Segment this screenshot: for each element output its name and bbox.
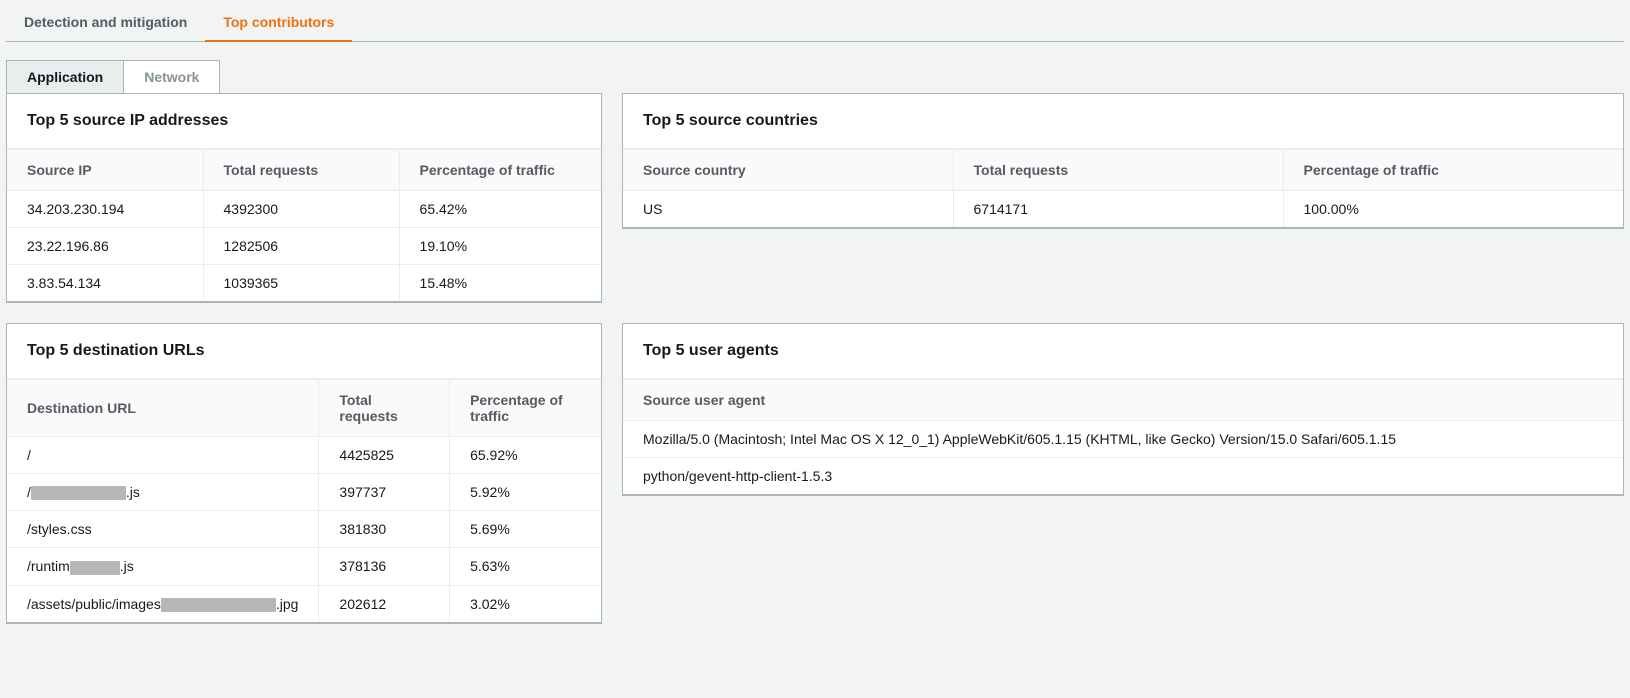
- col-header: Percentage of traffic: [399, 150, 601, 191]
- cell-url: /.js: [7, 474, 319, 511]
- table-row: python/gevent-http-client-1.5.3: [623, 458, 1623, 495]
- redacted-text: [70, 561, 120, 575]
- cell-total-requests: 397737: [319, 474, 450, 511]
- table-row: 3.83.54.134 1039365 15.48%: [7, 265, 601, 302]
- cell-source-ip: 3.83.54.134: [7, 265, 203, 302]
- cell-percentage: 3.02%: [450, 585, 601, 622]
- table-row: 34.203.230.194 4392300 65.42%: [7, 191, 601, 228]
- cell-total-requests: 381830: [319, 511, 450, 548]
- cell-source-ip: 23.22.196.86: [7, 228, 203, 265]
- cell-url: /assets/public/images.jpg: [7, 585, 319, 622]
- card-destination-urls: Top 5 destination URLs Destination URL T…: [6, 323, 602, 624]
- card-title: Top 5 user agents: [643, 342, 1603, 360]
- table-row: /assets/public/images.jpg 202612 3.02%: [7, 585, 601, 622]
- cell-percentage: 5.92%: [450, 474, 601, 511]
- col-header: Source IP: [7, 150, 203, 191]
- col-header: Source user agent: [623, 380, 1623, 421]
- cell-country: US: [623, 191, 953, 228]
- cell-total-requests: 202612: [319, 585, 450, 622]
- cell-percentage: 19.10%: [399, 228, 601, 265]
- cell-total-requests: 378136: [319, 548, 450, 585]
- subtab-application[interactable]: Application: [6, 60, 124, 94]
- table-user-agents: Source user agent Mozilla/5.0 (Macintosh…: [623, 379, 1623, 494]
- cell-user-agent: python/gevent-http-client-1.5.3: [623, 458, 1623, 495]
- sub-tabs: Application Network: [6, 60, 1624, 94]
- cell-percentage: 100.00%: [1283, 191, 1623, 228]
- redacted-text: [161, 598, 276, 612]
- cell-percentage: 15.48%: [399, 265, 601, 302]
- cell-total-requests: 4425825: [319, 437, 450, 474]
- cell-total-requests: 1282506: [203, 228, 399, 265]
- cell-percentage: 65.92%: [450, 437, 601, 474]
- subtab-network[interactable]: Network: [124, 60, 220, 94]
- card-user-agents: Top 5 user agents Source user agent Mozi…: [622, 323, 1624, 496]
- cell-total-requests: 6714171: [953, 191, 1283, 228]
- table-row: US 6714171 100.00%: [623, 191, 1623, 228]
- table-destination-urls: Destination URL Total requests Percentag…: [7, 379, 601, 622]
- tab-detection-mitigation[interactable]: Detection and mitigation: [6, 2, 205, 42]
- cell-percentage: 5.69%: [450, 511, 601, 548]
- table-source-ip: Source IP Total requests Percentage of t…: [7, 149, 601, 301]
- cell-url: /runtim.js: [7, 548, 319, 585]
- main-tabs: Detection and mitigation Top contributor…: [6, 0, 1624, 42]
- cell-total-requests: 1039365: [203, 265, 399, 302]
- col-header: Source country: [623, 150, 953, 191]
- table-row: /.js 397737 5.92%: [7, 474, 601, 511]
- col-header: Percentage of traffic: [450, 380, 601, 437]
- tab-top-contributors[interactable]: Top contributors: [205, 2, 352, 42]
- col-header: Destination URL: [7, 380, 319, 437]
- col-header: Total requests: [203, 150, 399, 191]
- table-row: / 4425825 65.92%: [7, 437, 601, 474]
- cell-percentage: 65.42%: [399, 191, 601, 228]
- redacted-text: [31, 486, 126, 500]
- table-row: /styles.css 381830 5.69%: [7, 511, 601, 548]
- card-source-ip: Top 5 source IP addresses Source IP Tota…: [6, 93, 602, 303]
- table-row: 23.22.196.86 1282506 19.10%: [7, 228, 601, 265]
- table-scroll[interactable]: Source user agent Mozilla/5.0 (Macintosh…: [623, 379, 1623, 494]
- cell-total-requests: 4392300: [203, 191, 399, 228]
- table-row: Mozilla/5.0 (Macintosh; Intel Mac OS X 1…: [623, 421, 1623, 458]
- col-header: Total requests: [319, 380, 450, 437]
- cell-url: /: [7, 437, 319, 474]
- cell-percentage: 5.63%: [450, 548, 601, 585]
- card-title: Top 5 destination URLs: [27, 342, 581, 360]
- cell-url: /styles.css: [7, 511, 319, 548]
- card-title: Top 5 source countries: [643, 112, 1603, 130]
- col-header: Total requests: [953, 150, 1283, 191]
- card-title: Top 5 source IP addresses: [27, 112, 581, 130]
- card-source-countries: Top 5 source countries Source country To…: [622, 93, 1624, 229]
- table-source-countries: Source country Total requests Percentage…: [623, 149, 1623, 227]
- table-row: /runtim.js 378136 5.63%: [7, 548, 601, 585]
- col-header: Percentage of traffic: [1283, 150, 1623, 191]
- cell-source-ip: 34.203.230.194: [7, 191, 203, 228]
- cell-user-agent: Mozilla/5.0 (Macintosh; Intel Mac OS X 1…: [623, 421, 1623, 458]
